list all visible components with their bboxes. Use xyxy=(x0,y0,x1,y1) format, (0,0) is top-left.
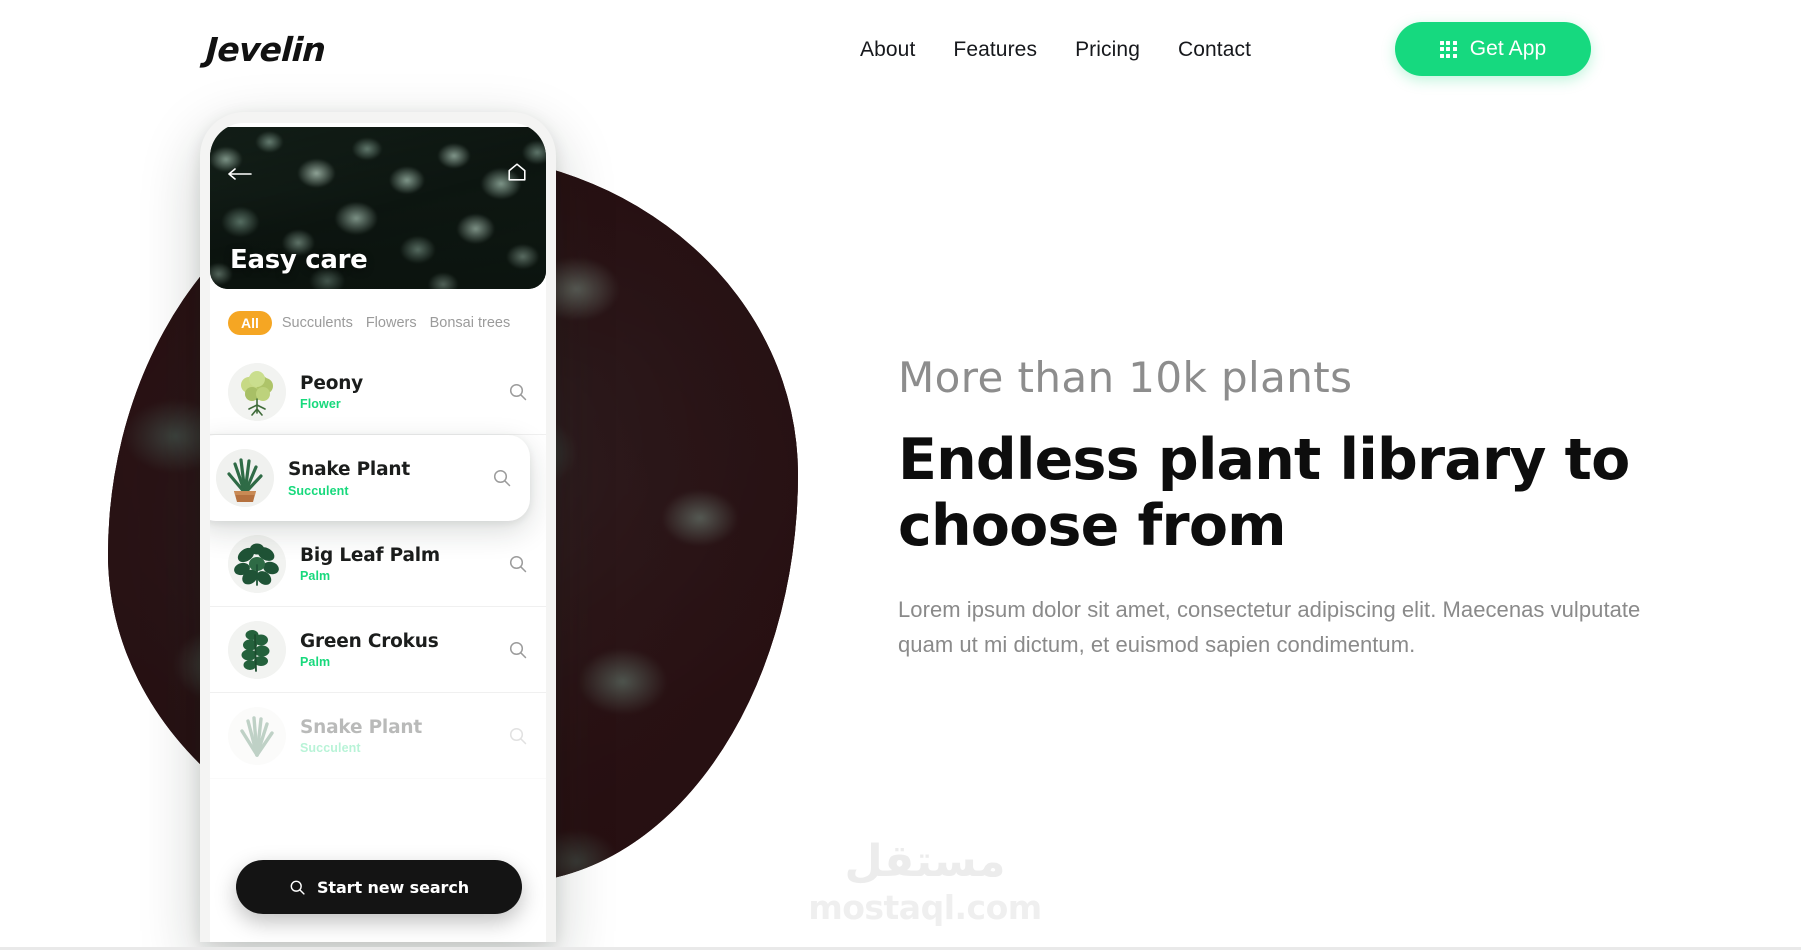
phone-hero-banner: Easy care xyxy=(210,127,546,289)
site-header: Jevelin About Features Pricing Contact G… xyxy=(0,0,1801,108)
filter-chip-all[interactable]: All xyxy=(228,311,272,335)
start-new-search-button[interactable]: Start new search xyxy=(236,860,522,914)
get-app-button[interactable]: Get App xyxy=(1395,22,1591,76)
nav-item-contact[interactable]: Contact xyxy=(1178,38,1251,62)
plant-thumbnail-big-leaf-palm xyxy=(228,534,286,593)
start-new-search-label: Start new search xyxy=(316,877,469,897)
filter-chip-succulents[interactable]: Succulents xyxy=(282,315,366,331)
plant-name: Snake Plant xyxy=(288,459,410,481)
hero-eyebrow: More than 10k plants xyxy=(898,353,1353,402)
filter-chip-flowers[interactable]: Flowers xyxy=(366,315,430,331)
plant-name: Big Leaf Palm xyxy=(300,544,440,566)
plant-info: Big Leaf Palm Palm xyxy=(300,544,508,583)
plant-type: Succulent xyxy=(300,741,361,756)
hero-copy: More than 10k plants Endless plant libra… xyxy=(898,353,1688,662)
plant-thumbnail-green-crokus xyxy=(228,620,286,679)
plant-type: Palm xyxy=(300,655,331,670)
home-icon[interactable] xyxy=(506,161,528,183)
plant-list-item[interactable]: Big Leaf Palm Palm xyxy=(210,521,546,607)
mostaql-watermark: مستقل mostaql.com xyxy=(785,840,1065,928)
plant-thumbnail-snake-plant xyxy=(216,449,274,507)
search-icon[interactable] xyxy=(492,468,512,488)
plant-list: Peony Flower Big Leaf Palm Palm Green Cr… xyxy=(210,349,546,779)
main-nav: About Features Pricing Contact xyxy=(860,38,1251,62)
plant-thumbnail-peony xyxy=(228,362,286,421)
plant-info: Green Crokus Palm xyxy=(300,630,508,669)
landing-page: Jevelin About Features Pricing Contact G… xyxy=(0,0,1801,950)
nav-item-about[interactable]: About xyxy=(860,38,953,62)
filter-chip-bonsai-trees[interactable]: Bonsai trees xyxy=(430,315,524,331)
plant-list-item[interactable]: Peony Flower xyxy=(210,349,546,435)
hero-headline: Endless plant library to choose from xyxy=(898,427,1630,560)
plant-list-item[interactable]: Snake Plant Succulent xyxy=(210,693,546,779)
hero-body-text: Lorem ipsum dolor sit amet, consectetur … xyxy=(898,597,1641,657)
plant-list-item-featured[interactable]: Snake Plant Succulent xyxy=(210,435,530,521)
nav-item-features[interactable]: Features xyxy=(953,38,1075,62)
phone-hero-title: Easy care xyxy=(230,245,368,275)
plant-name: Snake Plant xyxy=(300,716,422,738)
plant-info: Snake Plant Succulent xyxy=(300,716,508,755)
plant-type: Succulent xyxy=(288,483,349,498)
plant-type: Flower xyxy=(300,397,341,412)
search-icon[interactable] xyxy=(508,640,528,660)
brand-logo[interactable]: Jevelin xyxy=(205,30,326,69)
plant-name: Green Crokus xyxy=(300,630,439,652)
watermark-arabic-text: مستقل xyxy=(844,836,1006,887)
search-icon[interactable] xyxy=(508,382,528,402)
plant-info: Snake Plant Succulent xyxy=(288,458,492,497)
search-icon[interactable] xyxy=(508,554,528,574)
get-app-label: Get App xyxy=(1469,37,1547,60)
plant-info: Peony Flower xyxy=(300,372,508,411)
phone-screen: Easy care All Succulents Flowers Bonsai … xyxy=(210,123,546,942)
watermark-latin-text: mostaql.com xyxy=(808,888,1042,927)
grid-icon xyxy=(1439,40,1457,58)
phone-mockup: Easy care All Succulents Flowers Bonsai … xyxy=(200,112,556,942)
plant-type: Palm xyxy=(300,569,331,584)
nav-item-pricing[interactable]: Pricing xyxy=(1075,38,1178,62)
search-icon[interactable] xyxy=(508,726,528,746)
filter-chips: All Succulents Flowers Bonsai trees xyxy=(210,289,546,349)
plant-name: Peony xyxy=(300,372,364,394)
plant-list-item[interactable]: Green Crokus Palm xyxy=(210,607,546,693)
arrow-left-icon[interactable] xyxy=(228,167,252,181)
hero-visual: Easy care All Succulents Flowers Bonsai … xyxy=(0,108,820,950)
search-icon xyxy=(290,880,305,895)
plant-thumbnail-snake-plant xyxy=(228,706,286,765)
